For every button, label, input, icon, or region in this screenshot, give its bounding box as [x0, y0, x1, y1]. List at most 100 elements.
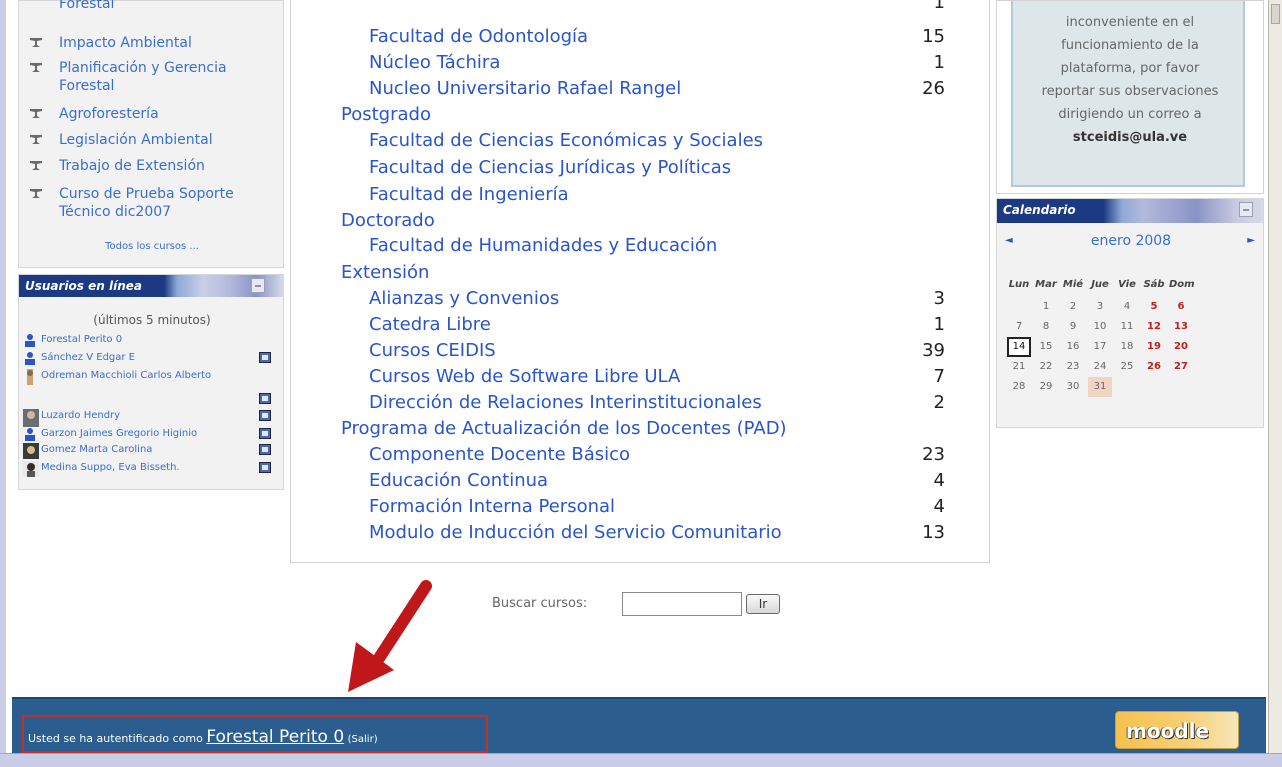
category-link[interactable]: Facultad de Ciencias Económicas y Social…: [369, 130, 763, 151]
search-label: Buscar cursos:: [492, 596, 588, 611]
logout-link[interactable]: (Salir): [348, 734, 378, 745]
course-link[interactable]: Trabajo de Extensión: [59, 157, 269, 175]
calendar-day[interactable]: 7: [1007, 317, 1031, 337]
notice-text: reportar sus observaciones: [1041, 84, 1219, 99]
send-message-icon[interactable]: [259, 444, 271, 455]
send-message-icon[interactable]: [259, 410, 271, 421]
calendar-day[interactable]: 27: [1169, 357, 1193, 377]
category-link[interactable]: Educación Continua: [369, 470, 548, 491]
hide-block-icon[interactable]: [251, 278, 265, 293]
course-link[interactable]: Legislación Ambiental: [59, 131, 269, 149]
course-link[interactable]: Planificación y Gerencia Forestal: [59, 59, 269, 95]
category-link[interactable]: Doctorado: [341, 210, 435, 231]
category-link[interactable]: Alianzas y Convenios: [369, 288, 559, 309]
user-row[interactable]: Sánchez V Edgar E: [23, 351, 281, 367]
category-link[interactable]: Cursos CEIDIS: [369, 340, 496, 361]
send-message-icon[interactable]: [259, 393, 271, 404]
user-name[interactable]: Sánchez V Edgar E: [41, 352, 135, 363]
user-name[interactable]: Odreman Macchioli Carlos Alberto: [41, 370, 211, 381]
calendar-day[interactable]: 21: [1007, 357, 1031, 377]
search-input[interactable]: [622, 592, 742, 616]
user-name[interactable]: Luzardo Hendry: [41, 410, 120, 421]
user-row[interactable]: Garzon Jaimes Gregorio Higinio: [23, 427, 281, 443]
calendar-day[interactable]: 6: [1169, 297, 1193, 317]
user-row[interactable]: Forestal Perito 0: [23, 333, 281, 349]
category-link[interactable]: Componente Docente Básico: [369, 444, 630, 465]
calendar-day[interactable]: 12: [1142, 317, 1166, 337]
calendar-day[interactable]: 9: [1061, 317, 1085, 337]
category-link[interactable]: Facultad de Medicina: [369, 0, 559, 2]
hide-block-icon[interactable]: [1239, 202, 1253, 217]
calendar-day[interactable]: 29: [1034, 377, 1058, 397]
moodle-logo[interactable]: moodle: [1115, 711, 1239, 749]
support-email[interactable]: stceidis@ula.ve: [1013, 130, 1247, 145]
category-link[interactable]: Programa de Actualización de los Docente…: [341, 418, 787, 439]
category-count: 23: [922, 444, 945, 465]
calendar-month[interactable]: enero 2008: [997, 233, 1265, 249]
user-row[interactable]: Gomez Marta Carolina: [23, 443, 281, 459]
category-link[interactable]: Facultad de Ciencias Jurídicas y Polític…: [369, 157, 731, 178]
notice-text: funcionamiento de la: [1061, 38, 1199, 53]
all-courses-link[interactable]: Todos los cursos ...: [19, 241, 285, 252]
calendar-day[interactable]: 14: [1007, 337, 1031, 357]
calendar-day[interactable]: 23: [1061, 357, 1085, 377]
course-link[interactable]: Agroforestería: [59, 105, 269, 123]
calendar-day[interactable]: 25: [1115, 357, 1139, 377]
calendar-day[interactable]: 2: [1061, 297, 1085, 317]
course-link[interactable]: Impacto Ambiental: [59, 34, 269, 52]
send-message-icon[interactable]: [259, 462, 271, 473]
calendar-day[interactable]: 10: [1088, 317, 1112, 337]
search-go-button[interactable]: Ir: [746, 594, 780, 614]
calendar-day[interactable]: 17: [1088, 337, 1112, 357]
calendar-day[interactable]: 28: [1007, 377, 1031, 397]
course-link[interactable]: Forestal: [59, 0, 269, 13]
calendar-day[interactable]: 5: [1142, 297, 1166, 317]
course-link[interactable]: Curso de Prueba Soporte Técnico dic2007: [59, 185, 269, 221]
calendar-day[interactable]: 24: [1088, 357, 1112, 377]
category-link[interactable]: Nucleo Universitario Rafael Rangel: [369, 78, 681, 99]
calendar-day[interactable]: 26: [1142, 357, 1166, 377]
user-profile-link[interactable]: Forestal Perito 0: [206, 727, 344, 747]
course-categories: Facultad de Medicina 1 Facultad de Odont…: [290, 0, 990, 563]
calendar-day[interactable]: 15: [1034, 337, 1058, 357]
category-link[interactable]: Facultad de Humanidades y Educación: [369, 235, 717, 256]
calendar-day[interactable]: 20: [1169, 337, 1193, 357]
user-name[interactable]: Forestal Perito 0: [41, 334, 122, 345]
calendar-day[interactable]: 1: [1034, 297, 1058, 317]
calendar-day[interactable]: 3: [1088, 297, 1112, 317]
category-link[interactable]: Modulo de Inducción del Servicio Comunit…: [369, 522, 782, 543]
user-name[interactable]: Gomez Marta Carolina: [41, 444, 152, 455]
send-message-icon[interactable]: [259, 352, 271, 363]
horizontal-scrollbar[interactable]: [0, 753, 1282, 767]
calendar-day[interactable]: 19: [1142, 337, 1166, 357]
scrollbar-thumb[interactable]: [1271, 4, 1280, 24]
calendar-day[interactable]: 8: [1034, 317, 1058, 337]
next-month-icon[interactable]: ►: [1247, 235, 1255, 246]
calendar-day[interactable]: 30: [1061, 377, 1085, 397]
user-name[interactable]: Garzon Jaimes Gregorio Higinio: [41, 428, 197, 439]
category-link[interactable]: Postgrado: [341, 104, 431, 125]
vertical-scrollbar[interactable]: [1268, 0, 1282, 767]
calendar-day[interactable]: 11: [1115, 317, 1139, 337]
category-link[interactable]: Extensión: [341, 262, 429, 283]
category-link[interactable]: Formación Interna Personal: [369, 496, 615, 517]
category-link[interactable]: Facultad de Ingeniería: [369, 184, 569, 205]
user-name[interactable]: Medina Suppo, Eva Bisseth.: [41, 462, 180, 473]
calendar-day[interactable]: 16: [1061, 337, 1085, 357]
calendar-day[interactable]: 18: [1115, 337, 1139, 357]
calendar-day[interactable]: 13: [1169, 317, 1193, 337]
category-link[interactable]: Catedra Libre: [369, 314, 491, 335]
category-link[interactable]: Núcleo Táchira: [369, 52, 500, 73]
user-row[interactable]: Odreman Macchioli Carlos Alberto: [23, 369, 281, 385]
category-link[interactable]: Facultad de Odontología: [369, 26, 588, 47]
calendar-day[interactable]: 22: [1034, 357, 1058, 377]
previous-month-icon[interactable]: ◄: [1005, 235, 1013, 246]
calendar-day[interactable]: 4: [1115, 297, 1139, 317]
send-message-icon[interactable]: [259, 428, 271, 439]
user-row[interactable]: Medina Suppo, Eva Bisseth.: [23, 461, 281, 477]
category-count: 4: [933, 496, 945, 517]
user-row[interactable]: Luzardo Hendry: [23, 409, 281, 427]
calendar-day[interactable]: 31: [1088, 377, 1112, 397]
category-link[interactable]: Cursos Web de Software Libre ULA: [369, 366, 680, 387]
category-link[interactable]: Dirección de Relaciones Interinstitucion…: [369, 392, 762, 413]
